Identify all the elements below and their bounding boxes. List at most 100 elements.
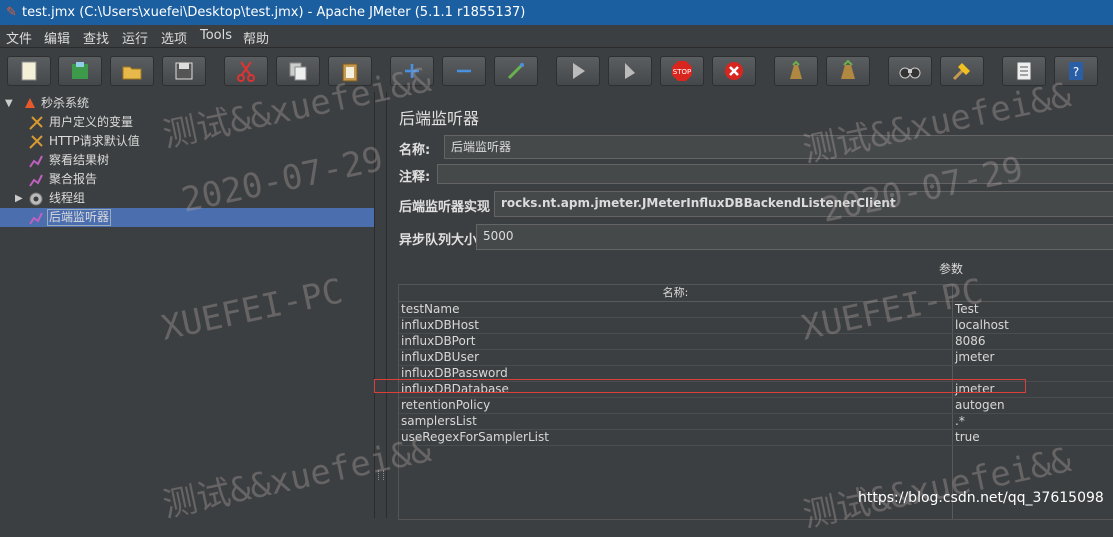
config-element-icon bbox=[29, 116, 43, 130]
function-helper-button[interactable] bbox=[1002, 56, 1046, 86]
param-name-cell[interactable]: retentionPolicy bbox=[401, 397, 490, 413]
comment-field[interactable] bbox=[437, 164, 1113, 184]
tree-node-thread-group[interactable]: ▶ 线程组 bbox=[0, 189, 374, 208]
queue-size-label: 异步队列大小 bbox=[399, 233, 478, 248]
tree-node-label: 察看结果树 bbox=[49, 153, 110, 167]
table-row[interactable]: influxDBUser jmeter bbox=[399, 349, 1113, 366]
start-button[interactable] bbox=[556, 56, 600, 86]
param-name-cell[interactable]: influxDBPort bbox=[401, 333, 475, 349]
menu-tools[interactable]: Tools bbox=[200, 28, 232, 43]
queue-size-field[interactable]: 5000 bbox=[476, 224, 1113, 250]
help-button[interactable]: ? bbox=[1054, 56, 1098, 86]
menu-options[interactable]: 选项 bbox=[161, 28, 187, 47]
stop-icon: STOP bbox=[672, 61, 692, 81]
templates-icon bbox=[72, 62, 88, 79]
param-value-cell[interactable]: localhost bbox=[955, 317, 1009, 333]
copy-icon bbox=[289, 62, 307, 81]
open-icon bbox=[122, 66, 142, 80]
implementation-select[interactable]: rocks.nt.apm.jmeter.JMeterInfluxDBBacken… bbox=[494, 191, 1113, 217]
toggle-icon bbox=[507, 62, 525, 80]
menu-edit[interactable]: 编辑 bbox=[44, 28, 70, 47]
tree-node-label: HTTP请求默认值 bbox=[49, 134, 140, 148]
param-value-cell[interactable]: 8086 bbox=[955, 333, 986, 349]
param-name-cell[interactable]: useRegexForSamplerList bbox=[401, 429, 549, 445]
paste-icon bbox=[342, 63, 358, 82]
save-button[interactable] bbox=[162, 56, 206, 86]
annotation-highlight-box bbox=[374, 379, 1026, 393]
expand-icon bbox=[405, 64, 419, 78]
copy-button[interactable] bbox=[276, 56, 320, 86]
param-name-cell[interactable]: influxDBHost bbox=[401, 317, 479, 333]
comment-label: 注释: bbox=[399, 170, 431, 185]
menu-bar: 文件 编辑 查找 运行 选项 Tools 帮助 bbox=[0, 25, 1113, 48]
tree-node-http-defaults[interactable]: HTTP请求默认值 bbox=[0, 132, 374, 151]
tree-node-results-tree[interactable]: 察看结果树 bbox=[0, 151, 374, 170]
param-value-cell[interactable]: autogen bbox=[955, 397, 1005, 413]
tree-node-label: 聚合报告 bbox=[49, 172, 98, 186]
save-icon bbox=[175, 62, 193, 80]
column-header-name[interactable]: 名称: bbox=[399, 285, 952, 302]
expand-arrow-icon[interactable]: ▼ bbox=[5, 94, 15, 113]
shutdown-icon bbox=[725, 62, 743, 80]
param-name-cell[interactable]: samplersList bbox=[401, 413, 477, 429]
tree-node-user-variables[interactable]: 用户定义的变量 bbox=[0, 113, 374, 132]
param-value-cell[interactable]: .* bbox=[955, 413, 965, 429]
reset-search-button[interactable] bbox=[940, 56, 984, 86]
pane-splitter[interactable] bbox=[375, 92, 385, 518]
tree-node-backend-listener[interactable]: 后端监听器 bbox=[0, 208, 374, 227]
menu-run[interactable]: 运行 bbox=[122, 28, 148, 47]
clear-button[interactable] bbox=[774, 56, 818, 86]
splitter-grip[interactable] bbox=[378, 470, 384, 480]
stop-button[interactable]: STOP bbox=[660, 56, 704, 86]
table-row[interactable]: influxDBHost localhost bbox=[399, 317, 1113, 334]
svg-text:?: ? bbox=[1073, 65, 1079, 79]
panel-heading: 后端监听器 bbox=[399, 109, 480, 128]
svg-text:STOP: STOP bbox=[673, 68, 691, 76]
table-row[interactable]: retentionPolicy autogen bbox=[399, 397, 1113, 414]
templates-button[interactable] bbox=[58, 56, 102, 86]
listener-icon bbox=[29, 212, 43, 225]
menu-file[interactable]: 文件 bbox=[6, 28, 32, 47]
param-value-cell[interactable]: jmeter bbox=[955, 349, 994, 365]
menu-search[interactable]: 查找 bbox=[83, 28, 109, 47]
new-button[interactable] bbox=[7, 56, 51, 86]
collapsed-arrow-icon[interactable]: ▶ bbox=[15, 189, 25, 208]
backend-listener-panel: 后端监听器 名称: 后端监听器 注释: 后端监听器实现 rocks.nt.apm… bbox=[386, 92, 1113, 520]
table-row[interactable]: testName Test bbox=[399, 301, 1113, 318]
clear-icon bbox=[790, 60, 802, 79]
open-button[interactable] bbox=[110, 56, 154, 86]
param-name-cell[interactable]: influxDBUser bbox=[401, 349, 479, 365]
param-value-cell[interactable]: true bbox=[955, 429, 980, 445]
column-header-value[interactable] bbox=[953, 285, 1113, 302]
menu-help[interactable]: 帮助 bbox=[243, 28, 269, 47]
cut-button[interactable] bbox=[224, 56, 268, 86]
table-row[interactable]: samplersList .* bbox=[399, 413, 1113, 430]
window-title: test.jmx (C:\Users\xuefei\Desktop\test.j… bbox=[22, 5, 526, 20]
start-no-pause-icon bbox=[625, 63, 635, 79]
tree-node-label: 线程组 bbox=[49, 191, 86, 205]
clear-all-button[interactable] bbox=[826, 56, 870, 86]
source-url: https://blog.csdn.net/qq_37615098 bbox=[858, 490, 1104, 506]
parameters-table: 名称: testName Test influxDBHost localhost… bbox=[398, 284, 1113, 520]
search-button[interactable] bbox=[888, 56, 932, 86]
jmeter-feather-icon: ✎ bbox=[6, 5, 17, 20]
listener-icon bbox=[29, 174, 43, 187]
listener-icon bbox=[29, 155, 43, 168]
toggle-button[interactable] bbox=[494, 56, 538, 86]
name-field[interactable]: 后端监听器 bbox=[444, 135, 1113, 159]
expand-button[interactable] bbox=[390, 56, 434, 86]
name-label: 名称: bbox=[399, 143, 431, 158]
table-row[interactable]: useRegexForSamplerList true bbox=[399, 429, 1113, 446]
param-value-cell[interactable]: Test bbox=[955, 301, 979, 317]
cut-icon bbox=[237, 61, 255, 82]
tree-node-root[interactable]: ▼ 秒杀系统 bbox=[0, 94, 374, 113]
start-no-pause-button[interactable] bbox=[608, 56, 652, 86]
paste-button[interactable] bbox=[328, 56, 372, 86]
test-plan-tree: ▼ 秒杀系统 用户定义的变量 HTTP请求默认值 察看结果树 聚合报告 ▶ 线程… bbox=[0, 92, 375, 518]
shutdown-button[interactable] bbox=[712, 56, 756, 86]
table-row[interactable]: influxDBPort 8086 bbox=[399, 333, 1113, 350]
tree-node-aggregate-report[interactable]: 聚合报告 bbox=[0, 170, 374, 189]
test-plan-icon bbox=[25, 98, 35, 108]
collapse-button[interactable] bbox=[442, 56, 486, 86]
param-name-cell[interactable]: testName bbox=[401, 301, 459, 317]
